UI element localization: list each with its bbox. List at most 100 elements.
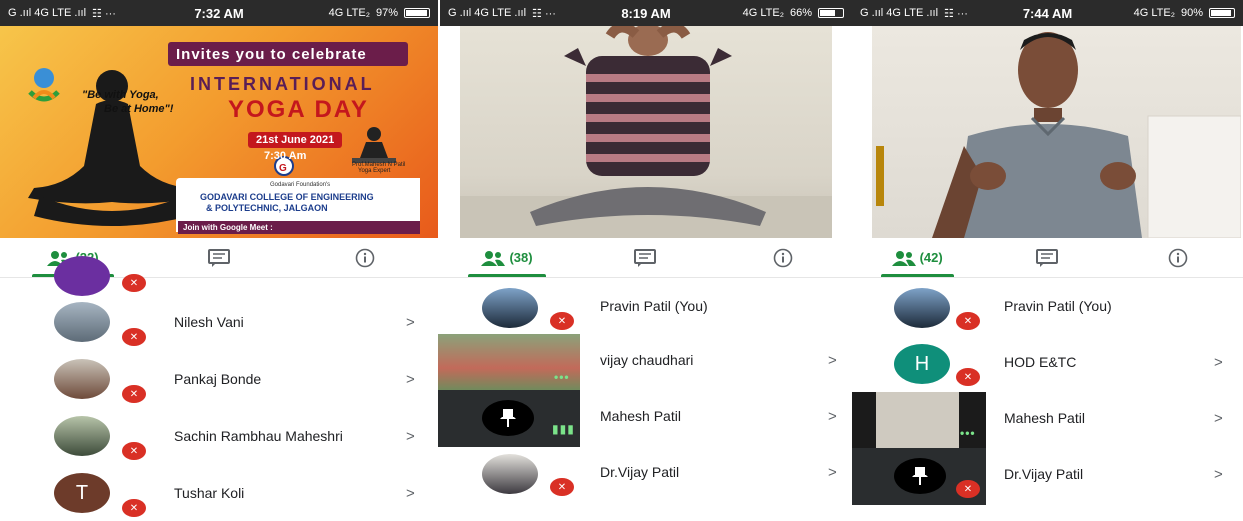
participant-name: vijay chaudhari <box>600 352 694 368</box>
participant-name: Pankaj Bonde <box>174 371 262 387</box>
participant-row-pravin[interactable]: ✕ Pravin Patil (You) <box>438 280 852 337</box>
avatar <box>54 359 110 399</box>
avatar <box>482 454 538 494</box>
poster-date: 21st June 2021 <box>248 132 343 148</box>
participant-row-dr-vijay[interactable]: ✕ Dr.Vijay Patil > <box>852 448 1243 505</box>
participant-list: ✕ Pravin Patil (You) H ✕ HOD E&TC > ••• … <box>852 278 1243 521</box>
participant-list: ✕ Pravin Patil (You) ••• vijay chaudhari… <box>438 278 852 521</box>
network-indicator: 4G LTE₂ <box>328 7 370 19</box>
mic-off-icon: ✕ <box>550 312 574 330</box>
participant-video-tile <box>852 392 986 449</box>
yoga-person-video <box>460 26 832 238</box>
participant-row-dr-vijay[interactable]: ✕ Dr.Vijay Patil > <box>438 446 852 503</box>
poster-college-line1: GODAVARI COLLEGE OF ENGINEERING <box>200 192 374 202</box>
tab-people[interactable]: (38) <box>438 238 576 277</box>
participant-row-pravin[interactable]: ✕ Pravin Patil (You) <box>852 280 1243 337</box>
people-count: (42) <box>919 250 943 265</box>
main-video-feed[interactable] <box>872 26 1241 238</box>
participant-row-sachin[interactable]: ✕ Sachin Rambhau Maheshri > <box>0 408 438 465</box>
mic-off-icon: ✕ <box>122 499 146 517</box>
speaker-video <box>876 32 1241 238</box>
battery-icon <box>818 8 844 18</box>
participant-name: Mahesh Patil <box>1004 410 1085 426</box>
shared-screen-poster[interactable]: G Invites you to celebrate "Be with Yoga… <box>0 26 438 238</box>
poster-foundation: Godavari Foundation's <box>270 182 331 188</box>
mic-off-icon: ✕ <box>550 478 574 496</box>
participant-name: Nilesh Vani <box>174 314 244 330</box>
notification-icons: ☷ ··· <box>92 7 116 20</box>
people-icon <box>481 250 506 266</box>
participant-name: Dr.Vijay Patil <box>1004 466 1084 482</box>
participant-name: HOD E&TC <box>1004 354 1077 370</box>
main-video-feed[interactable] <box>460 26 832 238</box>
status-bar: G .ııl 4G LTE .ııl ☷ ··· 7:32 AM 4G LTE₂… <box>0 0 438 26</box>
participant-name: Dr.Vijay Patil <box>600 464 680 480</box>
people-count: (38) <box>509 250 533 265</box>
chevron-right-icon[interactable]: > <box>828 352 837 369</box>
mic-off-icon: ✕ <box>122 328 146 346</box>
poster-time: 7:30 Am <box>264 150 307 162</box>
signal-indicator: G .ııl 4G LTE .ııl <box>8 7 87 19</box>
avatar <box>54 256 110 296</box>
participant-row-hod[interactable]: H ✕ HOD E&TC > <box>852 336 1243 393</box>
svg-text:G: G <box>279 163 287 174</box>
poster-speaker-role: Yoga Expert <box>358 168 391 174</box>
avatar <box>894 288 950 328</box>
network-indicator: 4G LTE₂ <box>742 7 784 19</box>
chevron-right-icon[interactable]: > <box>406 314 415 331</box>
pin-icon <box>482 400 534 436</box>
network-indicator: 4G LTE₂ <box>1133 7 1175 19</box>
info-icon <box>1168 248 1188 267</box>
pin-icon <box>894 458 946 494</box>
battery-percent: 66% <box>789 7 812 19</box>
chevron-right-icon[interactable]: > <box>828 464 837 481</box>
participant-name: Pravin Patil (You) <box>600 298 708 314</box>
tab-info[interactable] <box>1113 238 1243 277</box>
participant-row-vijay-chaudhari[interactable]: ••• vijay chaudhari > <box>438 334 852 391</box>
participant-row-mahesh[interactable]: ••• Mahesh Patil > <box>852 392 1243 449</box>
screenshot-strip: G .ııl 4G LTE .ııl ☷ ··· 7:32 AM 4G LTE₂… <box>0 0 1243 521</box>
info-icon <box>773 248 793 267</box>
participant-row-mahesh[interactable]: ▮▮▮ Mahesh Patil > <box>438 390 852 447</box>
mic-off-icon: ✕ <box>956 368 980 386</box>
avatar <box>54 416 110 456</box>
clock: 8:19 AM <box>621 5 671 21</box>
clock: 7:32 AM <box>194 5 244 21</box>
chevron-right-icon[interactable]: > <box>406 371 415 388</box>
mic-off-icon: ✕ <box>122 442 146 460</box>
phone-screen-3: G .ııl 4G LTE .ııl ☷ ··· 7:44 AM 4G LTE₂… <box>852 0 1243 521</box>
chevron-right-icon[interactable]: > <box>828 408 837 425</box>
participant-row-tushar[interactable]: T ✕ Tushar Koli > <box>0 465 438 521</box>
tab-chat[interactable] <box>982 238 1112 277</box>
participant-list: ✕ ✕ Nilesh Vani > ✕ Pankaj Bonde > ✕ Sac… <box>0 256 438 521</box>
phone-screen-2: G .ııl 4G LTE .ııl ☷ ··· 8:19 AM 4G LTE₂… <box>438 0 852 521</box>
tab-info[interactable] <box>714 238 852 277</box>
chevron-right-icon[interactable]: > <box>1214 410 1223 427</box>
avatar: H <box>894 344 950 384</box>
chevron-right-icon[interactable]: > <box>1214 466 1223 483</box>
chevron-right-icon[interactable]: > <box>406 485 415 502</box>
chat-icon <box>634 248 656 267</box>
participant-row-nilesh[interactable]: ✕ Nilesh Vani > <box>0 294 438 351</box>
signal-indicator: G .ııl 4G LTE .ııl <box>448 7 527 19</box>
notification-icons: ☷ ··· <box>944 7 968 20</box>
mic-off-icon: ✕ <box>956 480 980 498</box>
tab-chat[interactable] <box>576 238 714 277</box>
participant-row-pankaj[interactable]: ✕ Pankaj Bonde > <box>0 351 438 408</box>
tab-people[interactable]: (42) <box>852 238 982 277</box>
avatar <box>54 302 110 342</box>
notification-icons: ☷ ··· <box>532 7 556 20</box>
battery-icon <box>404 8 430 18</box>
status-bar: G .ııl 4G LTE .ııl ☷ ··· 8:19 AM 4G LTE₂… <box>440 0 852 26</box>
battery-percent: 90% <box>1180 7 1203 19</box>
battery-icon <box>1209 8 1235 18</box>
meeting-tabs: (38) <box>438 238 852 278</box>
poster-quote: "Be with Yoga, Be at Home"! <box>82 89 174 115</box>
participant-name: Mahesh Patil <box>600 408 681 424</box>
poster-title-line1: INTERNATIONAL <box>190 74 375 94</box>
chevron-right-icon[interactable]: > <box>406 428 415 445</box>
chevron-right-icon[interactable]: > <box>1214 354 1223 371</box>
participant-name: Sachin Rambhau Maheshri <box>174 428 343 444</box>
mic-off-icon: ✕ <box>956 312 980 330</box>
clock: 7:44 AM <box>1022 5 1073 21</box>
